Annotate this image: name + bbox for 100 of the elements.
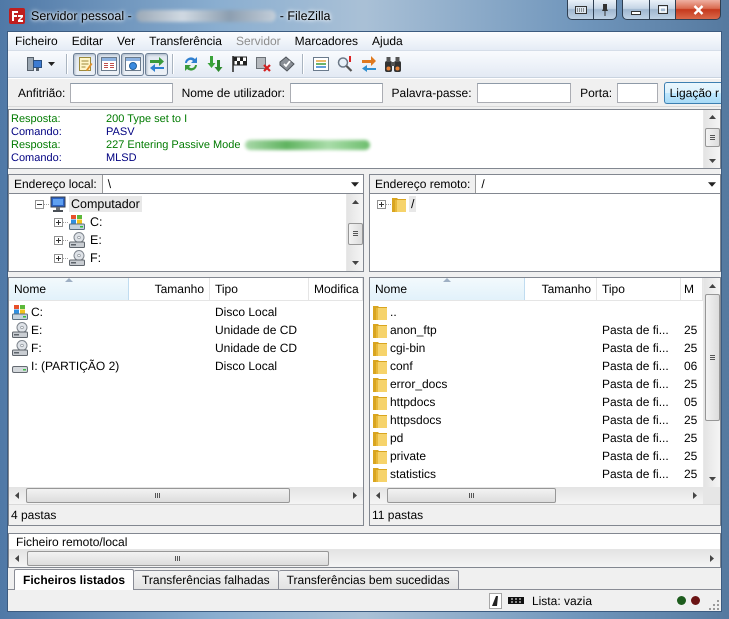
scrollbar-thumb[interactable] xyxy=(27,551,329,566)
menu-item[interactable]: Ficheiro xyxy=(8,34,65,48)
resize-grip-icon[interactable] xyxy=(708,599,719,610)
scroll-right-icon[interactable] xyxy=(710,555,714,562)
scroll-right-icon[interactable] xyxy=(693,492,697,499)
vertical-scrollbar[interactable] xyxy=(703,110,720,168)
column-header[interactable]: Nome xyxy=(9,278,129,300)
expand-icon[interactable] xyxy=(54,218,63,226)
status-text: 4 pastas xyxy=(11,508,56,522)
input-field[interactable] xyxy=(290,82,383,102)
menu-item[interactable]: Transferência xyxy=(142,34,229,48)
scroll-left-icon[interactable] xyxy=(15,492,19,499)
file-name[interactable]: .. xyxy=(390,305,397,319)
scrollbar-thumb[interactable] xyxy=(704,128,720,147)
column-header[interactable]: Tamanho xyxy=(129,278,210,300)
menu-item[interactable]: Ajuda xyxy=(365,34,410,48)
log-message: 200 Type set to I xyxy=(106,112,188,124)
file-type: Disco Local xyxy=(215,359,278,373)
scroll-up-icon[interactable] xyxy=(352,200,358,204)
file-name[interactable]: E: xyxy=(31,323,42,337)
horizontal-scrollbar[interactable] xyxy=(370,487,703,504)
file-name[interactable]: C: xyxy=(31,305,43,319)
status-text: 11 pastas xyxy=(372,508,424,522)
scrollbar-thumb[interactable] xyxy=(704,294,720,421)
column-header[interactable]: Ficheiro remoto/local xyxy=(9,534,128,548)
tree-item[interactable]: / xyxy=(409,196,416,212)
scroll-down-icon[interactable] xyxy=(352,261,358,265)
scroll-left-icon[interactable] xyxy=(15,555,19,562)
toolbar-button[interactable] xyxy=(121,52,144,76)
column-header[interactable]: Tipo xyxy=(597,278,681,300)
file-type: Pasta de fi... xyxy=(602,359,669,373)
scroll-up-icon[interactable] xyxy=(708,115,716,119)
scroll-up-icon[interactable] xyxy=(708,284,716,288)
file-name[interactable]: error_docs xyxy=(390,377,448,391)
quickconnect-button[interactable]: Ligação r xyxy=(664,82,721,104)
file-name[interactable]: I: (PARTIÇÃO 2) xyxy=(31,359,120,373)
tree-item[interactable]: Computador xyxy=(69,196,142,212)
horizontal-scrollbar[interactable] xyxy=(9,487,363,504)
scrollbar-thumb[interactable] xyxy=(348,223,362,245)
tree-item[interactable]: E: xyxy=(88,232,104,248)
input-field[interactable] xyxy=(476,82,572,102)
input-field[interactable] xyxy=(70,82,173,102)
swap-arrows-icon xyxy=(148,56,164,72)
column-header[interactable]: Nome xyxy=(370,278,525,300)
scroll-right-icon[interactable] xyxy=(353,492,357,499)
file-name[interactable]: F: xyxy=(31,341,42,355)
tab[interactable]: Ficheiros listados xyxy=(14,569,134,590)
tree-item[interactable]: F: xyxy=(88,250,104,266)
scrollbar-thumb[interactable] xyxy=(26,488,290,503)
scroll-left-icon[interactable] xyxy=(376,492,380,499)
collapse-icon[interactable] xyxy=(35,200,44,208)
vertical-scrollbar[interactable] xyxy=(703,278,720,487)
maximize-button[interactable] xyxy=(650,0,676,20)
tree-item[interactable]: C: xyxy=(88,214,104,230)
file-name[interactable]: httpsdocs xyxy=(390,413,442,427)
file-name[interactable]: private xyxy=(390,449,426,463)
minimize-button[interactable] xyxy=(622,0,650,20)
file-date: 25 xyxy=(684,341,698,355)
scrollbar-thumb[interactable] xyxy=(387,488,556,503)
menu-item[interactable]: Ver xyxy=(110,34,142,48)
file-type: Pasta de fi... xyxy=(602,395,669,409)
file-name[interactable]: httpdocs xyxy=(390,395,436,409)
file-name[interactable]: statistics xyxy=(390,467,436,481)
folder-icon xyxy=(373,466,387,482)
dotted-frame-icon xyxy=(488,592,502,608)
caption-button[interactable] xyxy=(594,0,617,20)
file-type: Disco Local xyxy=(215,305,278,319)
scroll-down-icon[interactable] xyxy=(708,477,716,481)
file-date: 25 xyxy=(684,413,698,427)
horizontal-scrollbar[interactable] xyxy=(9,550,720,567)
menu-item[interactable]: Marcadores xyxy=(288,34,366,48)
vertical-scrollbar[interactable] xyxy=(346,194,363,271)
column-header[interactable]: Tipo xyxy=(210,278,309,300)
input-field[interactable] xyxy=(617,82,658,102)
caption-button[interactable] xyxy=(567,0,594,20)
column-header[interactable]: Modifica xyxy=(309,278,363,300)
file-date: 25 xyxy=(684,377,698,391)
tab[interactable]: Transferências falhadas xyxy=(134,570,279,589)
server-icon xyxy=(26,56,42,72)
checkered-flag-icon xyxy=(230,56,246,72)
caret-icon xyxy=(48,62,54,66)
file-name[interactable]: anon_ftp xyxy=(390,323,437,337)
file-name[interactable]: conf xyxy=(390,359,413,373)
tab[interactable]: Transferências bem sucedidas xyxy=(278,570,459,589)
file-name[interactable]: pd xyxy=(390,431,404,445)
file-type: Pasta de fi... xyxy=(602,323,669,337)
log-label: Resposta: xyxy=(11,112,62,124)
folder-icon xyxy=(392,196,406,212)
sort-arrow-icon xyxy=(64,278,72,282)
menu-item[interactable]: Editar xyxy=(64,34,110,48)
close-button[interactable] xyxy=(676,0,721,20)
expand-icon[interactable] xyxy=(377,200,386,208)
list-window-icon xyxy=(100,56,116,72)
expand-icon[interactable] xyxy=(54,254,63,262)
notepad-icon xyxy=(76,56,92,72)
expand-icon[interactable] xyxy=(54,236,63,244)
scroll-down-icon[interactable] xyxy=(708,159,716,163)
file-type: Unidade de CD xyxy=(215,341,298,355)
column-header[interactable]: Tamanho xyxy=(525,278,597,300)
file-name[interactable]: cgi-bin xyxy=(390,341,426,355)
